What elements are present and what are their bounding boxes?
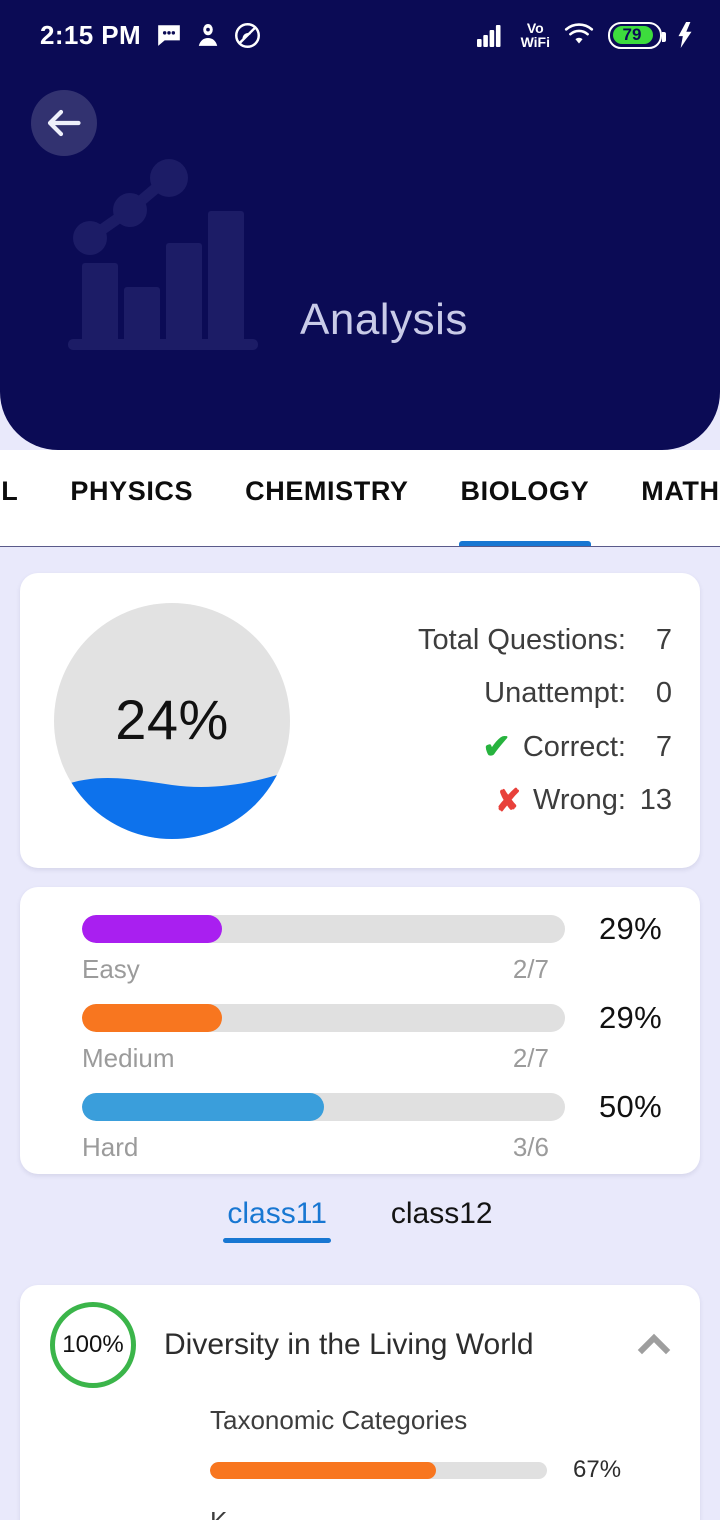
chapter-progress-label: 100%	[62, 1331, 124, 1358]
battery-icon: 79	[608, 21, 666, 49]
tab-label: PHYSICS	[70, 475, 194, 506]
difficulty-name: Easy	[82, 954, 140, 984]
difficulty-percent: 29%	[599, 1000, 662, 1035]
status-bar: 2:15 PM Vo WiFi 79	[0, 0, 720, 70]
difficulty-fraction: 3/6	[512, 1132, 549, 1162]
difficulty-row-hard: 50% Hard 3/6	[20, 1089, 700, 1178]
difficulty-bar-wrap: 29%	[82, 911, 678, 947]
topic-bar-row: 67%	[210, 1456, 700, 1484]
difficulty-fraction: 2/7	[512, 1043, 549, 1073]
difficulty-percent: 50%	[599, 1089, 662, 1124]
stat-value: 13	[639, 784, 672, 816]
status-bar-right: Vo WiFi 79	[476, 21, 694, 49]
tab-physics[interactable]: PHYSICS	[44, 450, 219, 546]
class-tab-label: class12	[390, 1197, 493, 1230]
class-tab-class12[interactable]: class12	[387, 1197, 497, 1243]
page-title: Analysis	[300, 295, 468, 344]
topic-name-partial: K	[210, 1506, 700, 1520]
topic-item: Taxonomic Categories 67% K	[20, 1405, 700, 1520]
class-tab-indicator	[223, 1238, 331, 1243]
topic-percent: 67%	[573, 1456, 622, 1483]
stat-label: Total Questions:	[418, 624, 626, 656]
stat-label: Wrong:	[533, 784, 626, 816]
difficulty-track	[82, 1093, 565, 1121]
difficulty-row-medium: 29% Medium 2/7	[20, 1000, 700, 1089]
subject-tabs[interactable]: RALL PHYSICS CHEMISTRY BIOLOGY MATHS	[0, 450, 720, 547]
chapter-title: Diversity in the Living World	[164, 1328, 534, 1361]
battery-level: 79	[622, 25, 642, 44]
tab-label: BIOLOGY	[460, 475, 590, 506]
class-tab-class11[interactable]: class11	[223, 1197, 331, 1243]
summary-stats: Total Questions: 7 Unattempt: 0 ✔ Correc…	[290, 624, 700, 817]
difficulty-fill	[82, 1093, 324, 1121]
chapter-header[interactable]: 100% Diversity in the Living World	[20, 1285, 700, 1405]
class-tab-label: class11	[227, 1197, 327, 1230]
back-button[interactable]	[31, 90, 97, 156]
stat-total-questions: Total Questions: 7	[418, 624, 672, 657]
stat-label: Correct:	[522, 730, 626, 763]
signal-icon	[476, 22, 507, 48]
wifi-icon	[564, 22, 594, 48]
class-switch[interactable]: class11 class12	[0, 1197, 720, 1243]
charging-bolt-icon	[676, 22, 694, 48]
difficulty-fill	[82, 1004, 223, 1032]
difficulty-fraction: 2/7	[512, 954, 549, 984]
difficulty-meta: Hard 3/6	[82, 1132, 549, 1163]
message-icon	[156, 22, 182, 48]
difficulty-bar-wrap: 29%	[82, 1000, 678, 1036]
wifi-label: WiFi	[520, 34, 550, 50]
difficulty-row-easy: 29% Easy 2/7	[20, 911, 700, 1000]
difficulty-track	[82, 1004, 565, 1032]
difficulty-meta: Medium 2/7	[82, 1043, 549, 1074]
difficulty-meta: Easy 2/7	[82, 954, 549, 985]
volte-wifi-icon: Vo WiFi	[521, 21, 550, 49]
analysis-screen: 2:15 PM Vo WiFi 79 Analysis L PHYSICS CH…	[0, 0, 720, 1520]
gauge-percent: 24%	[115, 687, 229, 751]
bar-chart-trend-icon	[68, 155, 273, 355]
stat-wrong: ✘ Wrong: 13	[495, 784, 672, 817]
difficulty-fill	[82, 915, 223, 943]
tab-indicator	[458, 540, 592, 546]
contact-icon	[197, 22, 219, 48]
topic-track	[210, 1461, 547, 1479]
stat-value: 0	[655, 677, 672, 709]
difficulty-card: 29% Easy 2/7 29% Medium 2/7 50% Hard 3/6	[20, 887, 700, 1174]
chapter-progress-ring: 100%	[50, 1302, 136, 1388]
chevron-up-icon[interactable]	[634, 1325, 674, 1365]
app-header: 2:15 PM Vo WiFi 79 Analysis	[0, 0, 720, 450]
difficulty-name: Medium	[82, 1043, 175, 1073]
difficulty-bar-wrap: 50%	[82, 1089, 678, 1125]
analysis-content: 24% Total Questions: 7 Unattempt: 0 ✔ Co…	[0, 547, 720, 1520]
stat-correct: ✔ Correct: 7	[482, 730, 672, 764]
check-icon: ✔	[482, 728, 511, 766]
stat-value: 7	[655, 624, 672, 656]
status-bar-left: 2:15 PM	[40, 20, 261, 51]
vo-label: Vo	[526, 20, 544, 36]
dnd-icon	[234, 22, 261, 49]
tab-overall[interactable]: RALL	[0, 450, 44, 546]
difficulty-name: Hard	[82, 1132, 139, 1162]
status-time: 2:15 PM	[40, 19, 142, 50]
topic-name: Taxonomic Categories	[210, 1405, 468, 1435]
tab-chemistry[interactable]: CHEMISTRY	[219, 450, 434, 546]
tab-label: MATHS	[641, 475, 720, 506]
tab-label: RALL	[0, 475, 19, 506]
tab-maths[interactable]: MATHS	[615, 450, 720, 546]
tab-label: CHEMISTRY	[245, 475, 409, 506]
cross-icon: ✘	[495, 783, 522, 818]
tab-biology[interactable]: BIOLOGY	[435, 450, 616, 546]
summary-card: 24% Total Questions: 7 Unattempt: 0 ✔ Co…	[20, 573, 700, 868]
difficulty-track	[82, 915, 565, 943]
stat-unattempt: Unattempt: 0	[484, 677, 672, 710]
topic-fill	[210, 1461, 436, 1479]
back-arrow-icon	[47, 109, 81, 137]
difficulty-percent: 29%	[599, 911, 662, 946]
score-gauge: 24%	[54, 602, 290, 839]
stat-value: 7	[655, 730, 672, 763]
stat-label: Unattempt:	[484, 677, 626, 709]
chapter-card[interactable]: 100% Diversity in the Living World Taxon…	[20, 1285, 700, 1520]
